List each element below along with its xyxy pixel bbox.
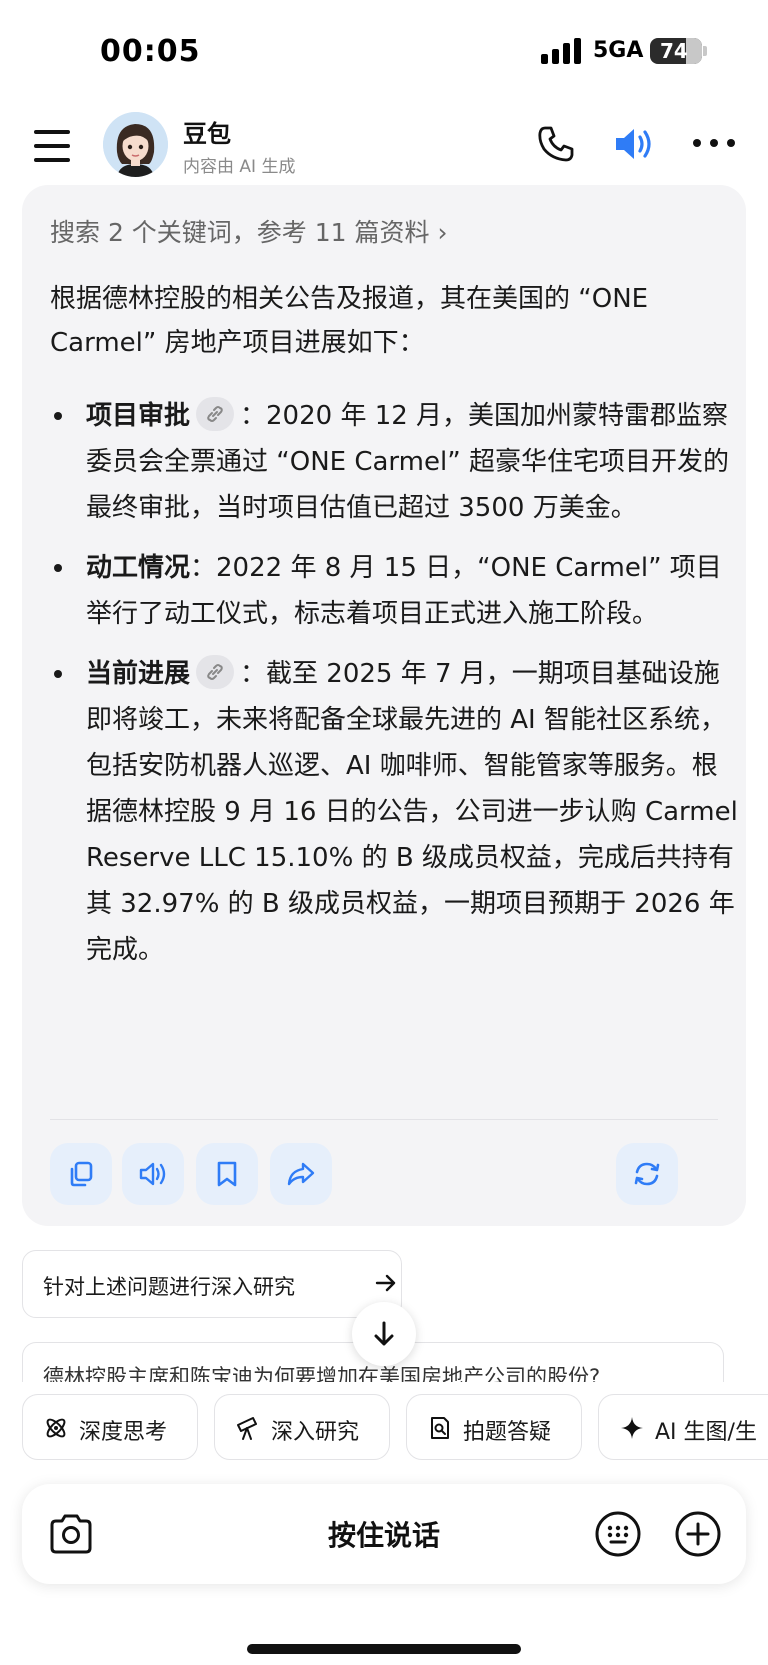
share-button[interactable]: [270, 1143, 332, 1205]
copy-button[interactable]: [50, 1143, 112, 1205]
menu-icon[interactable]: [34, 130, 72, 162]
speaker-icon: [139, 1162, 166, 1186]
keyboard-icon[interactable]: [594, 1510, 642, 1558]
atom-icon: [46, 1418, 66, 1438]
point-title: 当前进展: [86, 659, 191, 689]
bookmark-button[interactable]: [196, 1143, 258, 1205]
status-bar: 00:05 5GA 74: [0, 0, 768, 100]
read-aloud-button[interactable]: [122, 1143, 184, 1205]
point-text: ：截至 2025 年 7 月，一期项目基础设施即将竣工，未来将配备全球最先进的 …: [86, 659, 738, 965]
tool-label: 深度思考: [79, 1420, 168, 1445]
list-item: 当前进展 ：截至 2025 年 7 月，一期项目基础设施即将竣工，未来将配备全球最…: [50, 651, 740, 973]
answer-card: 搜索 2 个关键词，参考 11 篇资料 › 根据德林控股的相关公告及报道，其在美…: [22, 185, 746, 1226]
document-search-icon: [431, 1417, 449, 1439]
avatar[interactable]: [103, 112, 168, 177]
share-icon: [287, 1162, 315, 1186]
sparkle-icon: [621, 1417, 643, 1439]
list-item: 项目审批 ：2020 年 12 月，美国加州蒙特雷郡监察委员会全票通过 “ONE …: [50, 393, 740, 531]
battery-tip: [703, 46, 707, 56]
home-indicator: [247, 1644, 521, 1654]
card-divider: [50, 1119, 718, 1120]
tool-deep-think[interactable]: 深度思考: [22, 1394, 198, 1460]
network-type: 5GA: [593, 38, 644, 63]
point-title: 动工情况: [86, 553, 191, 583]
tool-label: AI 生图/生: [655, 1420, 757, 1445]
link-icon[interactable]: [196, 396, 235, 431]
arrow-right-icon: [375, 1274, 396, 1292]
bot-name: 豆包: [183, 120, 231, 148]
suggestion-chip[interactable]: 针对上述问题进行深入研究: [22, 1250, 402, 1318]
list-item: 动工情况：2022 年 8 月 15 日，“ONE Carmel” 项目举行了动…: [50, 545, 740, 637]
copy-icon: [70, 1161, 93, 1187]
link-icon[interactable]: [196, 654, 235, 689]
answer-points: 项目审批 ：2020 年 12 月，美国加州蒙特雷郡监察委员会全票通过 “ONE …: [50, 393, 740, 987]
tool-deep-research[interactable]: 深入研究: [214, 1394, 390, 1460]
input-bar: 按住说话: [22, 1484, 746, 1584]
regenerate-button[interactable]: [616, 1143, 678, 1205]
bookmark-icon: [217, 1161, 237, 1187]
telescope-icon: [237, 1417, 257, 1440]
more-icon[interactable]: [692, 138, 736, 148]
phone-icon[interactable]: [536, 124, 576, 164]
signal-icon: [541, 38, 581, 64]
refresh-icon: [634, 1162, 660, 1186]
tool-photo-qa[interactable]: 拍题答疑: [406, 1394, 582, 1460]
tool-label: 拍题答疑: [463, 1420, 552, 1445]
ai-disclaimer: 内容由 AI 生成: [183, 157, 296, 177]
speaker-icon[interactable]: [613, 124, 659, 164]
answer-intro: 根据德林控股的相关公告及报道，其在美国的 “ONE Carmel” 房地产项目进…: [50, 284, 649, 358]
tool-label: 深入研究: [271, 1420, 360, 1445]
arrow-down-icon: [374, 1321, 394, 1346]
point-title: 项目审批: [86, 401, 191, 431]
suggestion-text: 德林控股主席和陈宝迪为何要增加在美国房地产公司的股份?: [43, 1365, 601, 1382]
battery-level: 74: [660, 39, 688, 63]
plus-icon[interactable]: [674, 1510, 722, 1558]
scroll-to-bottom-button[interactable]: [352, 1302, 416, 1366]
search-reference-link[interactable]: 搜索 2 个关键词，参考 11 篇资料 ›: [50, 213, 447, 249]
battery-icon: 74: [650, 38, 702, 64]
chat-header: 豆包 内容由 AI 生成: [0, 100, 768, 190]
suggestion-text: 针对上述问题进行深入研究: [43, 1275, 295, 1299]
status-time: 00:05: [100, 34, 201, 69]
tool-ai-image[interactable]: AI 生图/生: [598, 1394, 768, 1460]
tool-chips: 深度思考 深入研究 拍题答疑 AI 生图/生: [0, 1394, 768, 1462]
